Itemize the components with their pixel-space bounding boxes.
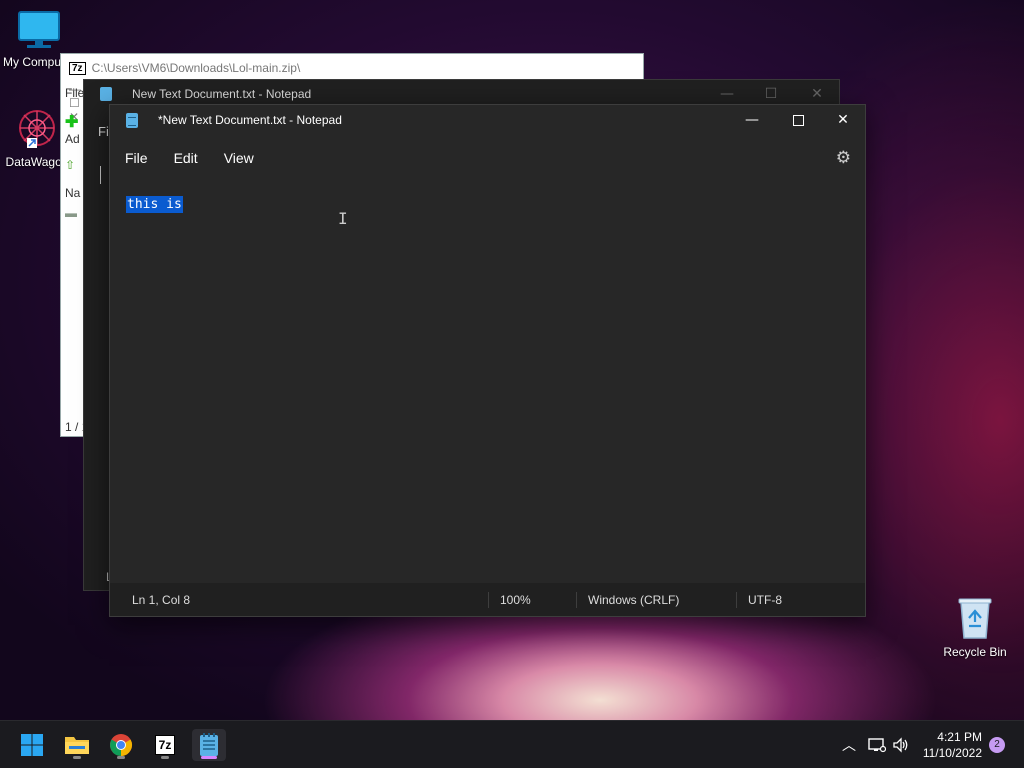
running-indicator [73, 756, 81, 759]
status-line-ending: Windows (CRLF) [588, 592, 680, 607]
text-caret [100, 166, 101, 184]
7zip-add-button[interactable]: ✚ Ad [65, 112, 80, 146]
computer-icon [18, 11, 60, 48]
close-icon: ✕ [837, 112, 849, 128]
running-indicator [201, 756, 217, 759]
desktop-icon-recycle-bin[interactable]: Recycle Bin [936, 596, 1014, 659]
notepad-icon [100, 87, 112, 101]
datawagon-icon [19, 110, 55, 148]
folder-icon: ▬ [65, 206, 77, 220]
notepad-menubar: File Edit View ⚙ [110, 135, 865, 181]
notepad-title: *New Text Document.txt - Notepad [158, 113, 342, 127]
menu-file[interactable]: File [116, 146, 157, 170]
taskbar-file-explorer[interactable] [60, 729, 94, 761]
notepad-statusbar: Ln 1, Col 8 100% Windows (CRLF) UTF-8 [110, 583, 865, 616]
notepad-back-menu-file[interactable]: Fi [98, 124, 109, 139]
taskbar-7zip[interactable]: 7z [148, 729, 182, 761]
7zip-menu-file[interactable]: File [65, 86, 84, 100]
close-button[interactable]: ✕ [820, 105, 866, 135]
maximize-icon [792, 114, 804, 126]
notepad-text-area[interactable]: this is I [110, 181, 865, 583]
status-encoding: UTF-8 [748, 592, 782, 607]
status-zoom[interactable]: 100% [488, 583, 531, 616]
7zip-titlebar[interactable]: 7z C:\Users\VM6\Downloads\Lol-main.zip\ [61, 54, 643, 82]
notepad-back-title: New Text Document.txt - Notepad [132, 87, 312, 101]
notepad-icon [200, 733, 218, 756]
7zip-column-name[interactable]: Na [65, 186, 80, 200]
plus-icon: ✚ [65, 114, 79, 131]
chrome-icon [110, 734, 132, 756]
minimize-icon[interactable]: — [704, 86, 750, 102]
desktop-icon-label: Recycle Bin [943, 645, 1007, 659]
taskbar-notepad[interactable] [192, 729, 226, 761]
7zip-icon: 7z [154, 735, 176, 755]
recycle-bin-icon [958, 598, 992, 639]
up-folder-icon[interactable]: ⇧ [65, 158, 75, 172]
settings-gear-icon[interactable]: ⚙ [836, 148, 851, 168]
taskbar: 7z ︿ 4:21 PM 11/10/2022 2 [0, 720, 1024, 768]
editor-content: this is [126, 196, 183, 213]
notification-badge[interactable]: 2 [989, 737, 1005, 753]
minimize-icon: — [745, 112, 759, 128]
close-icon[interactable]: ✕ [794, 86, 840, 102]
menu-view[interactable]: View [215, 146, 263, 170]
selected-text: this is [126, 196, 183, 213]
running-indicator [117, 756, 125, 759]
folder-icon [65, 737, 89, 754]
menu-edit[interactable]: Edit [165, 146, 207, 170]
status-position: Ln 1, Col 8 [132, 592, 191, 607]
ibeam-cursor-icon: I [338, 209, 348, 228]
7zip-icon: 7z [69, 61, 86, 75]
taskbar-clock[interactable]: 4:21 PM 11/10/2022 [923, 729, 982, 761]
clock-time: 4:21 PM [937, 730, 982, 744]
taskbar-chrome[interactable] [104, 729, 138, 761]
notepad-window[interactable]: *New Text Document.txt - Notepad — ✕ Fil… [109, 104, 866, 617]
volume-icon[interactable] [892, 721, 910, 768]
maximize-icon[interactable]: ☐ [748, 86, 794, 102]
network-icon[interactable] [868, 721, 886, 768]
7zip-title: C:\Users\VM6\Downloads\Lol-main.zip\ [91, 61, 301, 75]
windows-logo-icon [21, 734, 43, 756]
clock-date: 11/10/2022 [922, 746, 982, 760]
running-indicator [161, 756, 169, 759]
notepad-icon [126, 112, 138, 128]
show-hidden-icons-chevron-up-icon[interactable]: ︿ [842, 721, 856, 768]
minimize-button[interactable]: — [729, 105, 775, 135]
maximize-button[interactable] [775, 105, 821, 135]
start-button[interactable] [15, 729, 49, 761]
